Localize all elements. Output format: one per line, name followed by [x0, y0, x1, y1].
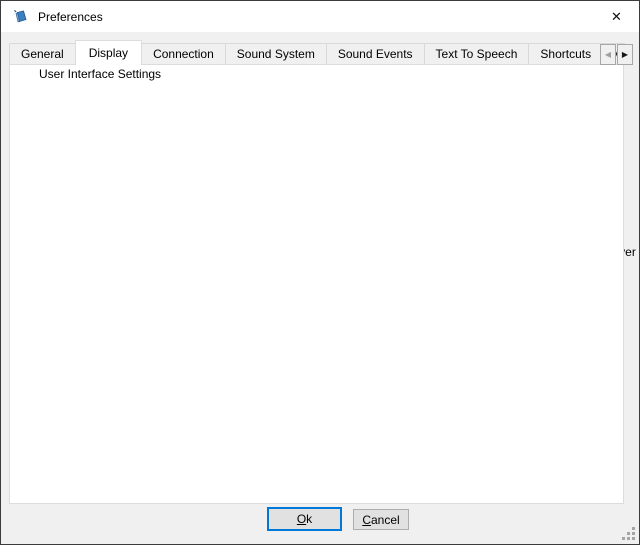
tab-shortcuts[interactable]: Shortcuts	[528, 43, 603, 65]
tab-sound-events[interactable]: Sound Events	[326, 43, 425, 65]
app-icon	[12, 8, 29, 25]
close-icon[interactable]: ✕	[594, 1, 639, 32]
title-bar[interactable]: Preferences ✕	[1, 1, 639, 32]
window-title: Preferences	[38, 10, 103, 24]
display-tab-page	[9, 64, 624, 504]
tab-connection[interactable]: Connection	[141, 43, 226, 65]
tab-sound-system[interactable]: Sound System	[225, 43, 327, 65]
tab-scroll-right-icon[interactable]: ▶	[617, 44, 633, 65]
tab-display[interactable]: Display	[75, 40, 142, 65]
resize-grip[interactable]	[623, 528, 635, 540]
cancel-button[interactable]: Cancel	[353, 509, 409, 530]
preferences-dialog: Preferences ✕ General Display Connection…	[0, 0, 640, 545]
ok-button-label: Ok	[297, 512, 312, 526]
group-title: User Interface Settings	[35, 67, 165, 81]
tab-text-to-speech[interactable]: Text To Speech	[424, 43, 530, 65]
tab-scroll-left-icon[interactable]: ◀	[600, 44, 616, 65]
tab-general[interactable]: General	[9, 43, 76, 65]
cancel-button-label: Cancel	[362, 513, 399, 527]
tab-bar: General Display Connection Sound System …	[9, 40, 625, 65]
ok-button[interactable]: Ok	[267, 507, 342, 531]
